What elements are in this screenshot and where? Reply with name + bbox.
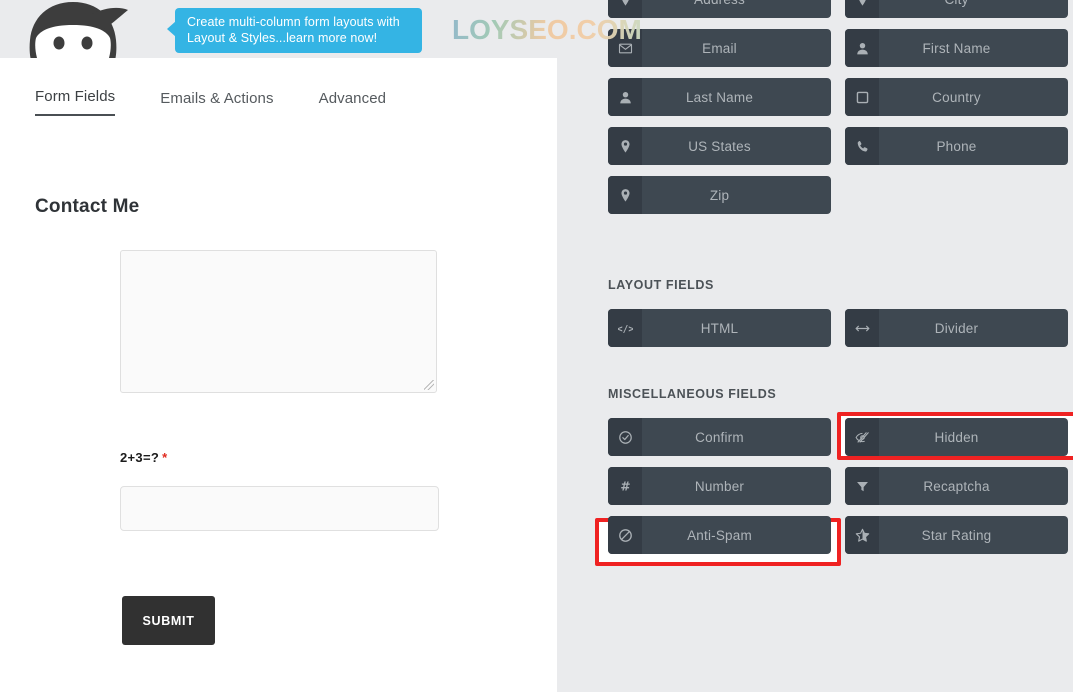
arrows-h-icon xyxy=(845,309,879,347)
field-button-phone[interactable]: Phone xyxy=(845,127,1068,165)
form-builder-screen: Create multi-column form layouts with La… xyxy=(0,0,1073,692)
field-button-label: Confirm xyxy=(695,429,744,445)
builder-tabs: Form Fields Emails & Actions Advanced xyxy=(35,88,431,116)
phone-icon xyxy=(845,127,879,165)
field-button-first-name[interactable]: First Name xyxy=(845,29,1068,67)
ninja-head-icon xyxy=(18,0,128,58)
watermark: LOYSEO.COM xyxy=(452,14,642,45)
field-button-label: Divider xyxy=(934,320,979,336)
field-button-label: HTML xyxy=(700,320,739,336)
field-button-anti-spam[interactable]: Anti-Spam xyxy=(608,516,831,554)
promo-tooltip-text: Create multi-column form layouts with La… xyxy=(187,15,400,45)
field-button-us-states[interactable]: US States xyxy=(608,127,831,165)
form-preview-panel: Form Fields Emails & Actions Advanced Co… xyxy=(0,58,557,692)
field-button-label: Email xyxy=(702,40,737,56)
star-half-icon xyxy=(845,516,879,554)
tab-form-fields[interactable]: Form Fields xyxy=(35,88,116,116)
check-circle-icon xyxy=(608,418,642,456)
field-button-label: Number xyxy=(694,478,745,494)
field-button-label: Anti-Spam xyxy=(687,527,752,543)
field-button-recaptcha[interactable]: Recaptcha xyxy=(845,467,1068,505)
field-button-city[interactable]: City xyxy=(845,0,1068,18)
field-palette-sidebar: Address City Email First Name Last Name Count… xyxy=(557,0,1073,692)
field-button-html[interactable]: </> HTML xyxy=(608,309,831,347)
user-info-fields-grid: Address City Email First Name Last Name Count… xyxy=(608,0,1068,214)
user-icon xyxy=(845,29,879,67)
form-title: Contact Me xyxy=(35,196,140,217)
svg-text:</>: </> xyxy=(618,323,633,334)
layout-fields-heading: LAYOUT FIELDS xyxy=(608,278,714,292)
layout-fields-grid: </> HTML Divider xyxy=(608,309,1068,347)
field-button-label: City xyxy=(879,0,1068,18)
tab-advanced[interactable]: Advanced xyxy=(319,90,387,116)
field-button-country[interactable]: Country xyxy=(845,78,1068,116)
field-button-number[interactable]: # Number xyxy=(608,467,831,505)
misc-fields-heading: MISCELLANEOUS FIELDS xyxy=(608,387,777,401)
field-button-label: Hidden xyxy=(934,429,979,445)
svg-text:#: # xyxy=(620,479,630,493)
field-button-label: US States xyxy=(688,138,751,154)
tab-emails-actions[interactable]: Emails & Actions xyxy=(160,90,273,116)
map-marker-icon xyxy=(608,176,642,214)
user-icon xyxy=(608,78,642,116)
field-button-label: Phone xyxy=(936,138,977,154)
eye-slash-icon xyxy=(845,418,879,456)
square-icon xyxy=(845,78,879,116)
captcha-label: 2+3=? * xyxy=(120,450,167,465)
field-button-label: Country xyxy=(932,89,981,105)
message-textarea[interactable] xyxy=(120,250,437,393)
ban-icon xyxy=(608,516,642,554)
code-icon: </> xyxy=(608,309,642,347)
map-marker-icon xyxy=(608,127,642,165)
promo-tooltip[interactable]: Create multi-column form layouts with La… xyxy=(167,8,422,53)
required-marker: * xyxy=(162,450,168,465)
field-button-label: Address xyxy=(642,0,831,18)
field-button-label: Last Name xyxy=(685,89,754,105)
field-button-star-rating[interactable]: Star Rating xyxy=(845,516,1068,554)
field-button-divider[interactable]: Divider xyxy=(845,309,1068,347)
hash-icon: # xyxy=(608,467,642,505)
submit-button[interactable]: SUBMIT xyxy=(122,596,215,645)
captcha-input[interactable] xyxy=(120,486,439,531)
field-button-label: Zip xyxy=(709,187,730,203)
field-button-confirm[interactable]: Confirm xyxy=(608,418,831,456)
filter-icon xyxy=(845,467,879,505)
map-marker-icon xyxy=(845,0,879,18)
field-button-hidden[interactable]: Hidden xyxy=(845,418,1068,456)
field-button-label: First Name xyxy=(922,40,991,56)
captcha-label-text: 2+3=? xyxy=(120,450,160,465)
field-button-last-name[interactable]: Last Name xyxy=(608,78,831,116)
field-button-label: Recaptcha xyxy=(923,478,990,494)
field-button-zip[interactable]: Zip xyxy=(608,176,831,214)
field-button-label: Star Rating xyxy=(921,527,992,543)
